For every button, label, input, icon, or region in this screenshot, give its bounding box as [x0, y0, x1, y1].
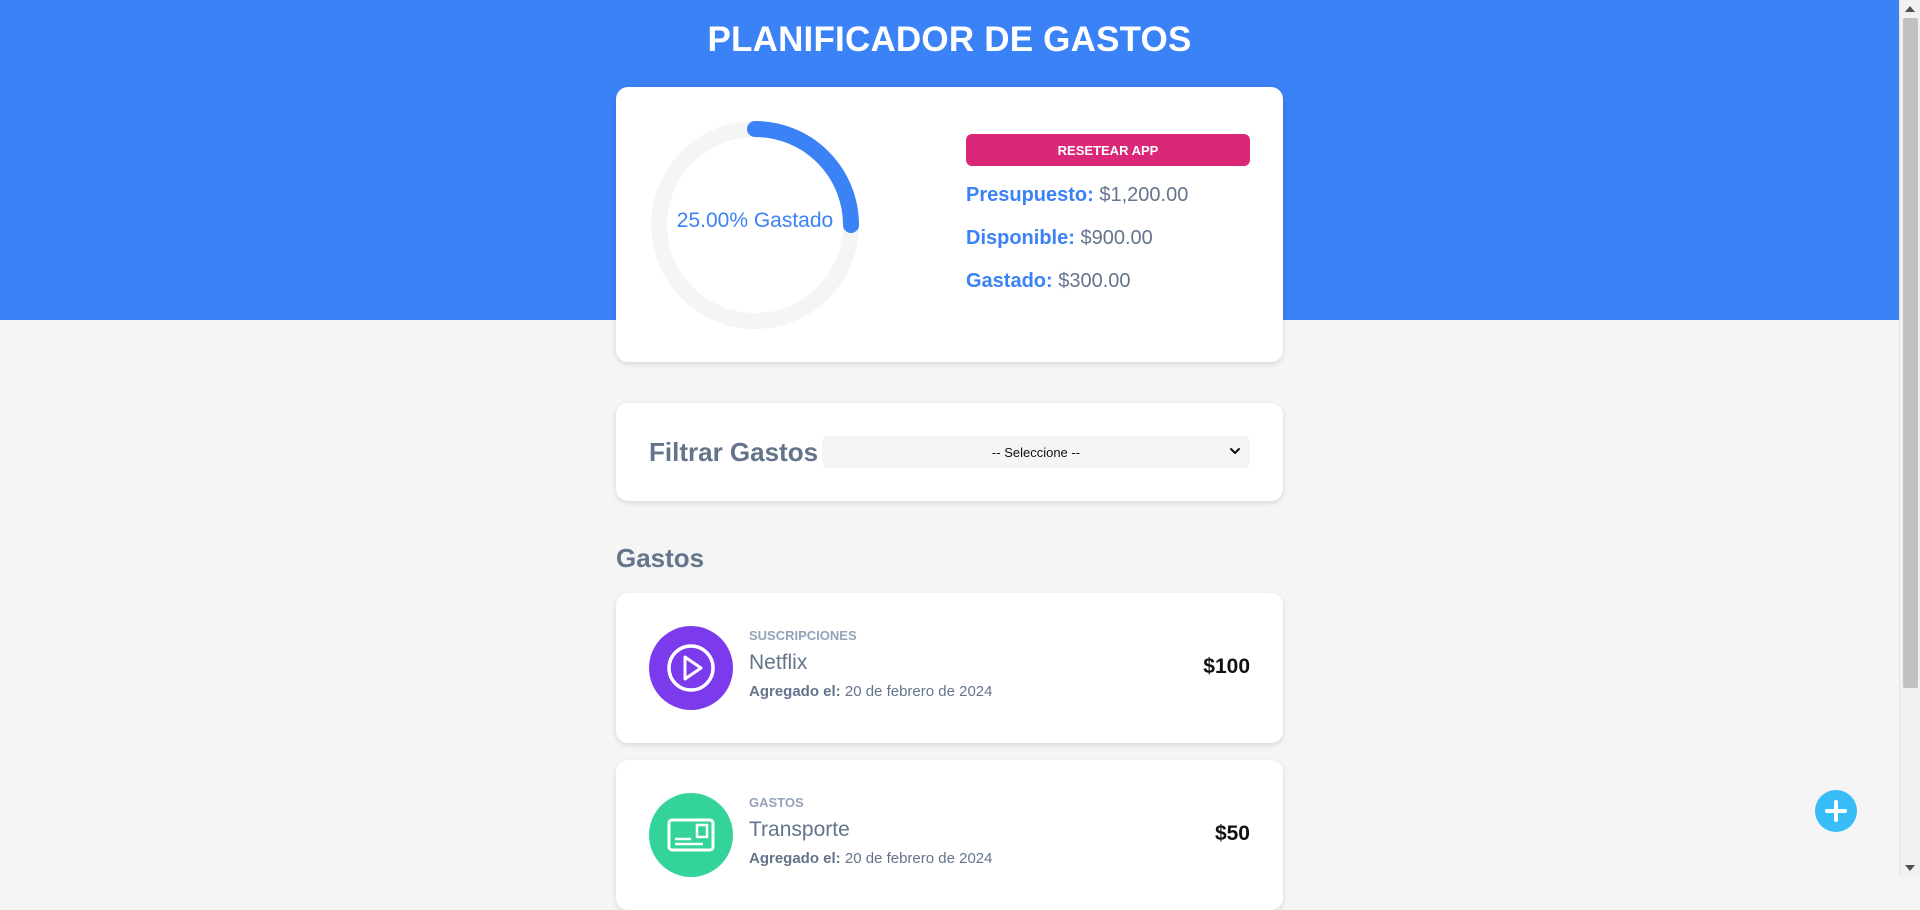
play-icon: [667, 644, 715, 692]
category-filter-select[interactable]: -- Seleccione --: [822, 436, 1250, 468]
spent-stat: Gastado: $300.00: [966, 270, 1131, 293]
expense-date-label: Agregado el:: [749, 683, 841, 700]
expense-date: Agregado el: 20 de febrero de 2024: [749, 683, 992, 700]
expense-name: Transporte: [749, 818, 850, 841]
add-expense-button[interactable]: [1815, 790, 1857, 832]
filter-selected-value: -- Seleccione --: [991, 445, 1081, 460]
gastado-label: Gastado:: [966, 270, 1053, 292]
progress-label: 25.00% Gastado: [676, 209, 834, 232]
page-scrollbar[interactable]: [1899, 0, 1920, 877]
gastado-value: $300.00: [1058, 270, 1131, 292]
expense-category: SUSCRIPCIONES: [749, 628, 857, 643]
expense-item[interactable]: SUSCRIPCIONES Netflix Agregado el: 20 de…: [616, 593, 1283, 743]
available-stat: Disponible: $900.00: [966, 227, 1153, 250]
chevron-down-icon: [1230, 448, 1240, 454]
presupuesto-label: Presupuesto:: [966, 184, 1094, 206]
expense-date-value: 20 de febrero de 2024: [844, 683, 993, 700]
scrollbar-thumb[interactable]: [1903, 18, 1918, 688]
expense-date-label: Agregado el:: [749, 850, 841, 867]
budget-card: 25.00% Gastado RESETEAR APP Presupuesto:…: [616, 87, 1283, 362]
expenses-section-title: Gastos: [616, 543, 705, 573]
expense-item[interactable]: GASTOS Transporte Agregado el: 20 de feb…: [616, 760, 1283, 910]
disponible-value: $900.00: [1080, 227, 1153, 249]
scroll-up-icon[interactable]: [1905, 6, 1915, 12]
expense-date: Agregado el: 20 de febrero de 2024: [749, 850, 992, 867]
expense-amount: $50: [1214, 822, 1250, 845]
expense-name: Netflix: [749, 651, 808, 674]
disponible-label: Disponible:: [966, 227, 1075, 249]
presupuesto-value: $1,200.00: [1099, 184, 1189, 206]
expense-date-value: 20 de febrero de 2024: [844, 850, 993, 867]
plus-icon: [1825, 800, 1847, 822]
filter-card: Filtrar Gastos -- Seleccione --: [616, 403, 1283, 501]
expense-icon-wrap: [649, 626, 733, 710]
reset-app-button[interactable]: RESETEAR APP: [966, 134, 1250, 166]
expense-icon-wrap: [649, 793, 733, 877]
card-icon: [667, 818, 715, 852]
expense-amount: $100: [1203, 655, 1250, 678]
scroll-down-icon[interactable]: [1905, 865, 1915, 871]
budget-stat: Presupuesto: $1,200.00: [966, 184, 1188, 207]
expense-category: GASTOS: [749, 795, 804, 810]
filter-label: Filtrar Gastos: [649, 437, 819, 467]
page-title: PLANIFICADOR DE GASTOS: [707, 20, 1192, 59]
